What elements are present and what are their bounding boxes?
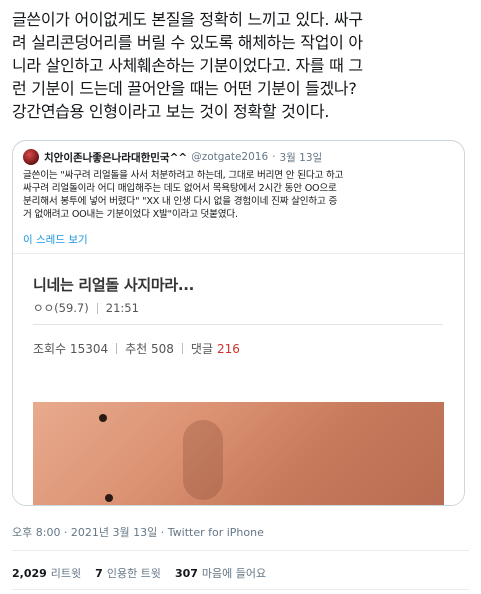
quotes-count: 7 [95, 566, 103, 580]
retweets-label: 리트윗 [50, 567, 82, 580]
stats-divider [116, 343, 118, 354]
photo-hole [105, 494, 113, 502]
post-time: 21:51 [105, 301, 139, 315]
meta-divider [96, 302, 98, 314]
post-comments-count: 216 [217, 341, 240, 356]
tweet-text: 글쓴이가 어이없게도 본질을 정확히 느끼고 있다. 싸구 려 실리콘덩어리를 … [12, 10, 363, 121]
post-divider [33, 324, 443, 325]
divider [12, 550, 469, 551]
likes-count: 307 [174, 566, 198, 580]
retweets-stat[interactable]: 2,029 리트윗 [12, 565, 81, 581]
quoted-author-handle[interactable]: @zotgate2016 [191, 151, 268, 163]
post-meta: ㅇㅇ(59.7) 21:51 [33, 300, 139, 316]
quoted-tweet[interactable]: 치안이존나좋은나라대한민국^^ @zotgate2016 · 3월 13일 글쓴… [12, 140, 465, 506]
post-stats: 조회수 15304 추천 508 댓글 216 [33, 340, 240, 357]
post-photo [33, 402, 444, 505]
quoted-tweet-date[interactable]: 3월 13일 [279, 150, 322, 165]
post-comments-label: 댓글 [190, 342, 214, 356]
post-author: ㅇㅇ(59.7) [33, 301, 89, 315]
quotes-stat[interactable]: 7 인용한 트윗 [95, 565, 161, 581]
quoted-tweet-header: 치안이존나좋은나라대한민국^^ @zotgate2016 · 3월 13일 [23, 148, 322, 166]
quoted-tweet-image[interactable]: 니네는 리얼돌 사지마라... ㅇㅇ(59.7) 21:51 조회수 15304… [13, 253, 464, 505]
avatar[interactable] [23, 149, 39, 165]
retweets-count: 2,029 [12, 566, 47, 580]
divider [12, 589, 469, 590]
photo-hole [99, 414, 107, 422]
post-title: 니네는 리얼돌 사지마라... [33, 276, 195, 294]
quoted-tweet-text: 글쓴이는 "싸구려 리얼돌을 사서 처분하려고 하는데, 그대로 버리면 안 된… [23, 170, 344, 220]
tweet-stats: 2,029 리트윗 7 인용한 트윗 307 마음에 들어요 [12, 565, 280, 581]
post-views: 조회수 15304 [33, 342, 109, 356]
header-separator: · [272, 151, 276, 163]
stats-divider [181, 343, 183, 354]
photo-shadow [183, 420, 223, 500]
tweet-timestamp[interactable]: 오후 8:00 · 2021년 3월 13일 · Twitter for iPh… [12, 524, 264, 540]
quoted-author-name[interactable]: 치안이존나좋은나라대한민국^^ [44, 150, 187, 165]
likes-label: 마음에 들어요 [201, 567, 267, 580]
show-thread-link[interactable]: 이 스레드 보기 [23, 232, 88, 247]
post-recommend: 추천 508 [125, 342, 174, 356]
likes-stat[interactable]: 307 마음에 들어요 [175, 565, 266, 581]
quotes-label: 인용한 트윗 [106, 567, 161, 580]
